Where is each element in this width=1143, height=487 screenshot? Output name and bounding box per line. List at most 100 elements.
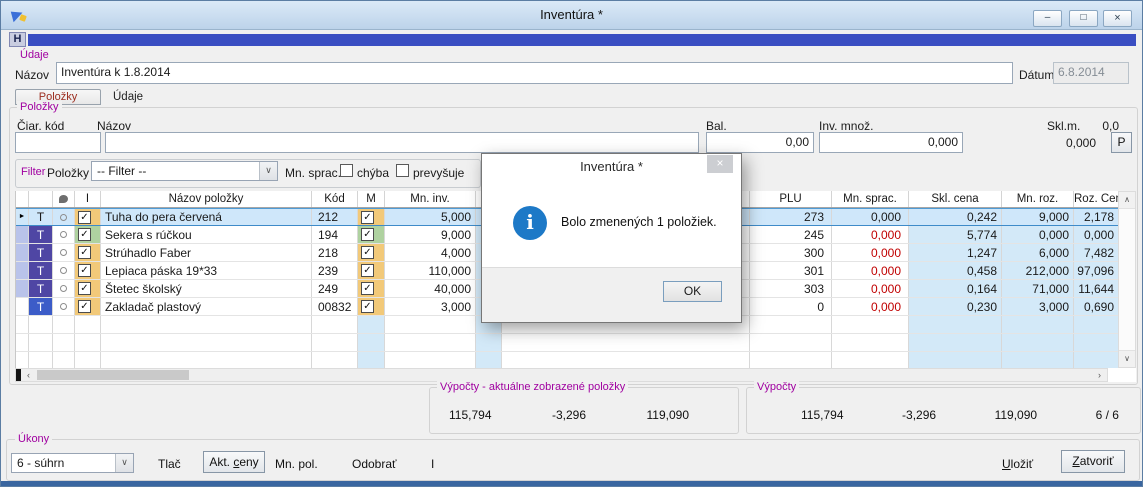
col-header-mn_roz[interactable]: Mn. roz. xyxy=(1002,191,1074,207)
cell-mn_sprac[interactable]: 0,000 xyxy=(832,209,909,225)
tlac-button[interactable]: Tlač xyxy=(158,457,181,471)
cell-mn_roz[interactable]: 71,000 xyxy=(1002,280,1074,297)
cell-mn_inv[interactable]: 3,000 xyxy=(385,298,476,315)
row-selector[interactable] xyxy=(16,280,29,297)
cell-bubble[interactable] xyxy=(53,244,75,261)
row-checkbox[interactable]: ✓ xyxy=(78,300,91,313)
cell-roz_cen[interactable]: 0,000 xyxy=(1074,226,1119,243)
item-nazov-input[interactable] xyxy=(105,132,699,153)
cell-nazov[interactable]: Lepiaca páska 19*33 xyxy=(101,262,312,279)
tab-udaje[interactable]: Údaje xyxy=(113,91,143,103)
scroll-left-icon[interactable]: ‹ xyxy=(22,369,35,381)
cell-m[interactable]: ✓ xyxy=(358,226,385,243)
cell-bubble[interactable] xyxy=(53,280,75,297)
row-checkbox[interactable]: ✓ xyxy=(78,228,91,241)
cell-mn_roz[interactable]: 0,000 xyxy=(1002,226,1074,243)
cell-kod[interactable]: 212 xyxy=(312,209,358,225)
p-button[interactable]: P xyxy=(1111,132,1132,153)
horizontal-scrollbar[interactable]: ‹ › xyxy=(15,368,1108,382)
cell-nazov[interactable]: Sekera s rúčkou xyxy=(101,226,312,243)
cell-mn_sprac[interactable]: 0,000 xyxy=(832,280,909,297)
menu-h-button[interactable]: H xyxy=(9,32,26,47)
row-selector[interactable] xyxy=(16,244,29,261)
cell-mn_roz[interactable]: 212,000 xyxy=(1002,262,1074,279)
cell-t[interactable]: T xyxy=(29,226,53,243)
col-header-nazov[interactable]: Názov položky xyxy=(101,191,312,207)
cell-roz_cen[interactable]: 11,644 xyxy=(1074,280,1119,297)
col-header-skl_cena[interactable]: Skl. cena xyxy=(909,191,1002,207)
col-header-kod[interactable]: Kód xyxy=(312,191,358,207)
cell-plu[interactable]: 303 xyxy=(750,280,832,297)
col-header-mn_inv[interactable]: Mn. inv. xyxy=(385,191,476,207)
i-button[interactable]: I xyxy=(431,457,434,471)
row-checkbox[interactable]: ✓ xyxy=(361,264,374,277)
cell-bubble[interactable] xyxy=(53,209,75,225)
chevron-down-icon[interactable]: ∨ xyxy=(259,162,277,180)
ok-button[interactable]: OK xyxy=(663,281,722,302)
cell-kod[interactable]: 194 xyxy=(312,226,358,243)
cell-plu[interactable]: 0 xyxy=(750,298,832,315)
row-checkbox[interactable]: ✓ xyxy=(78,264,91,277)
cell-skl_cena[interactable]: 0,164 xyxy=(909,280,1002,297)
close-button[interactable]: × xyxy=(1103,10,1132,27)
cell-plu[interactable]: 273 xyxy=(750,209,832,225)
cell-plu[interactable]: 300 xyxy=(750,244,832,261)
bal-input[interactable]: 0,00 xyxy=(706,132,814,153)
ulozit-button[interactable]: Uložiť xyxy=(1002,457,1033,471)
cell-roz_cen[interactable]: 7,482 xyxy=(1074,244,1119,261)
row-selector[interactable] xyxy=(16,226,29,243)
cell-t[interactable]: T xyxy=(29,209,53,225)
col-header-i[interactable]: I xyxy=(75,191,101,207)
chyba-checkbox[interactable] xyxy=(340,164,353,177)
cell-mn_sprac[interactable]: 0,000 xyxy=(832,244,909,261)
cell-mn_sprac[interactable]: 0,000 xyxy=(832,298,909,315)
cell-bubble[interactable] xyxy=(53,298,75,315)
row-checkbox[interactable]: ✓ xyxy=(361,300,374,313)
split-handle[interactable] xyxy=(16,369,21,381)
cell-bubble[interactable] xyxy=(53,262,75,279)
cell-plu[interactable]: 301 xyxy=(750,262,832,279)
cell-m[interactable]: ✓ xyxy=(358,244,385,261)
cell-mn_inv[interactable]: 5,000 xyxy=(385,209,476,225)
col-header-m[interactable]: M xyxy=(358,191,385,207)
row-selector[interactable] xyxy=(16,298,29,315)
cell-m[interactable]: ✓ xyxy=(358,280,385,297)
cell-kod[interactable]: 218 xyxy=(312,244,358,261)
cell-mn_roz[interactable]: 3,000 xyxy=(1002,298,1074,315)
cell-kod[interactable]: 00832 xyxy=(312,298,358,315)
minimize-button[interactable]: – xyxy=(1033,10,1062,27)
cell-mn_sprac[interactable]: 0,000 xyxy=(832,262,909,279)
mn-pol-button[interactable]: Mn. pol. xyxy=(275,457,318,471)
cell-i[interactable]: ✓ xyxy=(75,262,101,279)
cell-t[interactable]: T xyxy=(29,262,53,279)
nazov-input[interactable]: Inventúra k 1.8.2014 xyxy=(56,62,1013,84)
cell-nazov[interactable]: Tuha do pera červená xyxy=(101,209,312,225)
scrollbar-thumb[interactable] xyxy=(37,370,189,380)
cell-skl_cena[interactable]: 0,458 xyxy=(909,262,1002,279)
row-checkbox[interactable]: ✓ xyxy=(361,211,374,224)
cell-i[interactable]: ✓ xyxy=(75,209,101,225)
cell-mn_inv[interactable]: 40,000 xyxy=(385,280,476,297)
col-header-plu[interactable]: PLU xyxy=(750,191,832,207)
col-header-roz_cen[interactable]: Roz. Cen xyxy=(1074,191,1119,207)
col-header-sel[interactable] xyxy=(16,191,29,207)
cell-mn_roz[interactable]: 9,000 xyxy=(1002,209,1074,225)
cell-nazov[interactable]: Strúhadlo Faber xyxy=(101,244,312,261)
cell-skl_cena[interactable]: 1,247 xyxy=(909,244,1002,261)
cell-plu[interactable]: 245 xyxy=(750,226,832,243)
row-checkbox[interactable]: ✓ xyxy=(78,211,91,224)
cell-skl_cena[interactable]: 5,774 xyxy=(909,226,1002,243)
vertical-scrollbar[interactable]: ∧ ∨ xyxy=(1118,191,1136,368)
cell-kod[interactable]: 249 xyxy=(312,280,358,297)
cell-mn_sprac[interactable]: 0,000 xyxy=(832,226,909,243)
cell-skl_cena[interactable]: 0,242 xyxy=(909,209,1002,225)
ukony-select[interactable]: 6 - súhrn ∨ xyxy=(11,453,134,473)
cell-roz_cen[interactable]: 2,178 xyxy=(1074,209,1119,225)
cell-m[interactable]: ✓ xyxy=(358,209,385,225)
ciar-kod-input[interactable] xyxy=(15,132,101,153)
col-header-mn_sprac[interactable]: Mn. sprac. xyxy=(832,191,909,207)
cell-nazov[interactable]: Štetec školský xyxy=(101,280,312,297)
cell-t[interactable]: T xyxy=(29,244,53,261)
scroll-down-icon[interactable]: ∨ xyxy=(1119,350,1135,367)
scroll-up-icon[interactable]: ∧ xyxy=(1119,192,1135,209)
